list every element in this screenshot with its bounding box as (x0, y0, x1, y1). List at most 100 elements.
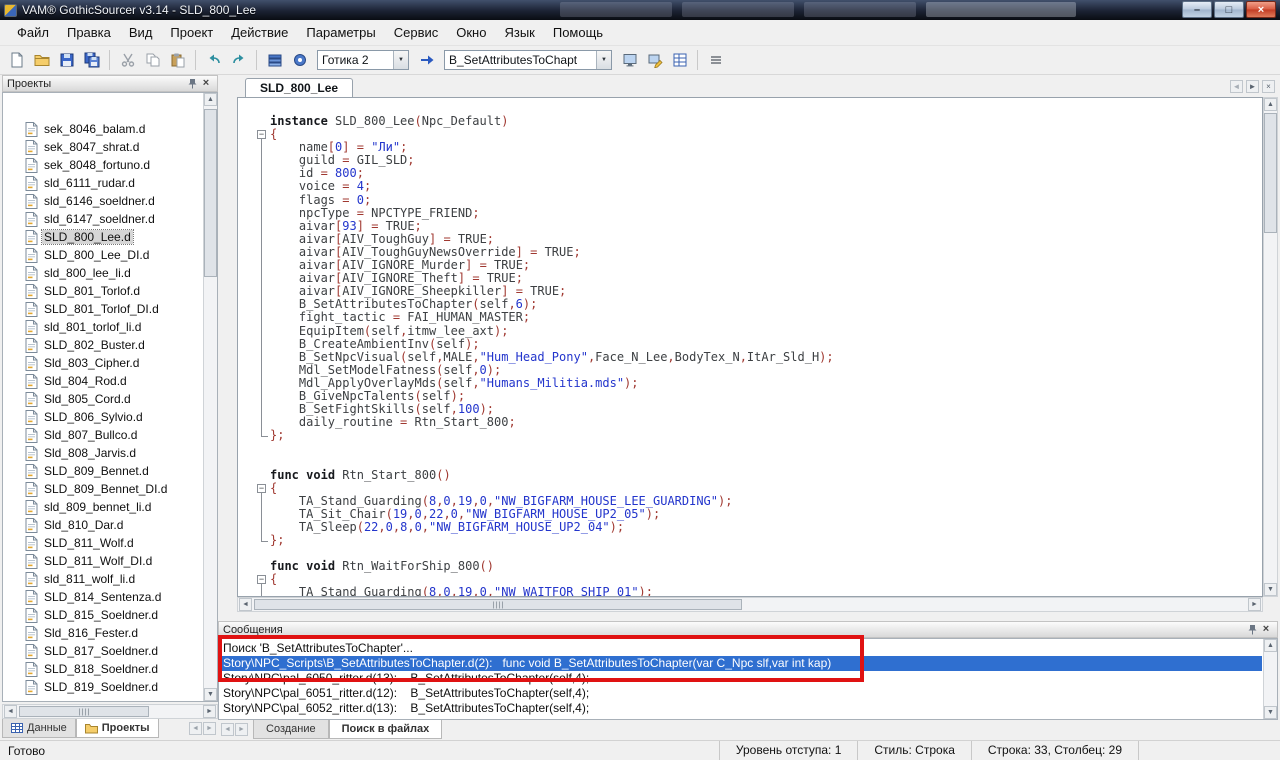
menu-item[interactable]: Вид (120, 20, 162, 45)
save-all-button[interactable] (80, 49, 103, 71)
file-tree-item[interactable]: SLD_815_Soeldner.d (5, 606, 201, 624)
file-tree-item[interactable]: Sld_803_Cipher.d (5, 354, 201, 372)
file-tree-item[interactable]: sek_8046_balam.d (5, 120, 201, 138)
scrollbar-thumb[interactable] (254, 599, 742, 610)
pin-icon[interactable] (185, 77, 199, 90)
message-row[interactable]: Story\NPC\pal_6052_ritter.d(13): B_SetAt… (219, 701, 1262, 716)
goto-symbol-button[interactable] (415, 49, 438, 71)
file-tree-item[interactable]: SLD_800_Lee.d (5, 228, 201, 246)
file-tree-item[interactable]: SLD_811_Wolf.d (5, 534, 201, 552)
menu-item[interactable]: Правка (58, 20, 120, 45)
tree-horizontal-scrollbar[interactable]: ◄ ► (2, 704, 218, 719)
new-file-button[interactable] (5, 49, 28, 71)
scroll-left-button[interactable]: ◄ (4, 705, 17, 718)
fold-toggle-icon[interactable]: − (253, 573, 270, 587)
file-tree-item[interactable]: sld_6111_rudar.d (5, 174, 201, 192)
copy-button[interactable] (141, 49, 164, 71)
scroll-right-button[interactable]: ► (203, 705, 216, 718)
message-row[interactable]: Поиск 'B_SetAttributesToChapter'... (219, 641, 1262, 656)
file-tree-item[interactable]: sld_801_torlof_li.d (5, 318, 201, 336)
build-button[interactable] (288, 49, 311, 71)
file-tree-item[interactable]: sld_809_bennet_li.d (5, 498, 201, 516)
tree-vertical-scrollbar[interactable]: ▲ ▼ (203, 93, 217, 701)
scroll-left-button[interactable]: ◄ (239, 598, 252, 611)
file-tree-item[interactable]: sld_811_wolf_li.d (5, 570, 201, 588)
toolbar-options-button[interactable] (704, 49, 727, 71)
file-tree-item[interactable]: SLD_817_Soeldner.d (5, 642, 201, 660)
menu-item[interactable]: Проект (161, 20, 222, 45)
redo-button[interactable] (227, 49, 250, 71)
file-tree-item[interactable]: sek_8047_shrat.d (5, 138, 201, 156)
scroll-down-button[interactable]: ▼ (204, 688, 217, 701)
message-row[interactable]: Story\NPC\pal_6051_ritter.d(12): B_SetAt… (219, 686, 1262, 701)
menu-item[interactable]: Язык (495, 20, 543, 45)
file-tree-item[interactable]: Sld_807_Bullco.d (5, 426, 201, 444)
close-panel-button[interactable]: × (1259, 623, 1273, 636)
scroll-up-button[interactable]: ▲ (1264, 639, 1277, 652)
file-tree-item[interactable]: SLD_809_Bennet_DI.d (5, 480, 201, 498)
save-button[interactable] (55, 49, 78, 71)
panel-tab-data[interactable]: Данные (2, 719, 76, 738)
file-tree-item[interactable]: Sld_808_Jarvis.d (5, 444, 201, 462)
menu-item[interactable]: Помощь (544, 20, 612, 45)
menu-item[interactable]: Сервис (385, 20, 448, 45)
data-table-button[interactable] (668, 49, 691, 71)
tab-scroll-right-button[interactable]: ► (1246, 80, 1259, 93)
editor-vertical-scrollbar[interactable]: ▲ ▼ (1263, 97, 1278, 597)
file-tree-item[interactable]: SLD_819_Soeldner.d (5, 678, 201, 696)
scrollbar-thumb[interactable] (1264, 113, 1277, 233)
file-tree-item[interactable]: sld_6147_soeldner.d (5, 210, 201, 228)
menu-item[interactable]: Окно (447, 20, 495, 45)
file-tree-item[interactable]: SLD_818_Soeldner.d (5, 660, 201, 678)
open-file-button[interactable] (30, 49, 53, 71)
menu-item[interactable]: Действие (222, 20, 297, 45)
scroll-right-button[interactable]: ► (1248, 598, 1261, 611)
file-tree-item[interactable]: SLD_802_Buster.d (5, 336, 201, 354)
preview-window-button[interactable] (618, 49, 641, 71)
editor-horizontal-scrollbar[interactable]: ◄ ► (237, 597, 1263, 612)
paste-button[interactable] (166, 49, 189, 71)
chevron-down-icon[interactable]: ▼ (393, 51, 408, 69)
code-editor[interactable]: instance SLD_800_Lee(Npc_Default) −{ name… (237, 97, 1263, 597)
file-tree-item[interactable]: SLD_801_Torlof.d (5, 282, 201, 300)
file-tree-item[interactable]: Sld_804_Rod.d (5, 372, 201, 390)
minimize-button[interactable]: – (1182, 1, 1212, 18)
symbol-select[interactable]: B_SetAttributesToChapt ▼ (444, 50, 612, 70)
file-tree-item[interactable]: SLD_809_Bennet.d (5, 462, 201, 480)
file-tree-item[interactable]: sld_800_lee_li.d (5, 264, 201, 282)
file-tree-item[interactable]: sld_6146_soeldner.d (5, 192, 201, 210)
file-tree[interactable]: sek_8046_balam.d sek_8047_shrat.d sek_8048… (2, 92, 218, 702)
file-tree-item[interactable]: Sld_805_Cord.d (5, 390, 201, 408)
panel-tab-projects[interactable]: Проекты (75, 719, 159, 738)
scroll-down-button[interactable]: ▼ (1264, 583, 1277, 596)
maximize-button[interactable]: □ (1214, 1, 1244, 18)
file-tree-item[interactable]: Sld_816_Fester.d (5, 624, 201, 642)
file-tree-item[interactable]: SLD_800_Lee_DI.d (5, 246, 201, 264)
cut-button[interactable] (116, 49, 139, 71)
tab-close-button[interactable]: × (1262, 80, 1275, 93)
search-results-list[interactable]: Поиск 'B_SetAttributesToChapter'... Story… (218, 638, 1278, 720)
menu-item[interactable]: Файл (8, 20, 58, 45)
scroll-up-button[interactable]: ▲ (204, 93, 217, 106)
scroll-down-button[interactable]: ▼ (1264, 706, 1277, 719)
chevron-down-icon[interactable]: ▼ (596, 51, 611, 69)
message-row[interactable]: Story\NPC_Scripts\B_SetAttributesToChapt… (219, 656, 1262, 671)
close-button[interactable]: × (1246, 1, 1276, 18)
file-tree-item[interactable]: SLD_811_Wolf_DI.d (5, 552, 201, 570)
tabs-scroll-left-button[interactable]: ◄ (189, 722, 202, 735)
gothic-version-select[interactable]: Готика 2 ▼ (317, 50, 409, 70)
edit-window-button[interactable] (643, 49, 666, 71)
messages-tab[interactable]: Поиск в файлах (328, 720, 443, 739)
fold-toggle-icon[interactable]: − (253, 128, 270, 142)
undo-button[interactable] (202, 49, 225, 71)
file-tree-item[interactable]: Sld_810_Dar.d (5, 516, 201, 534)
scroll-up-button[interactable]: ▲ (1264, 98, 1277, 111)
scrollbar-thumb[interactable] (19, 706, 149, 717)
message-row[interactable]: Story\NPC\pal_6050_ritter.d(13): B_SetAt… (219, 671, 1262, 686)
editor-tab[interactable]: SLD_800_Lee (245, 78, 354, 97)
fold-toggle-icon[interactable]: − (253, 482, 270, 495)
file-tree-item[interactable]: SLD_806_Sylvio.d (5, 408, 201, 426)
menu-item[interactable]: Параметры (297, 20, 384, 45)
compile-scripts-button[interactable] (263, 49, 286, 71)
tabs-scroll-right-button[interactable]: ► (235, 723, 248, 736)
